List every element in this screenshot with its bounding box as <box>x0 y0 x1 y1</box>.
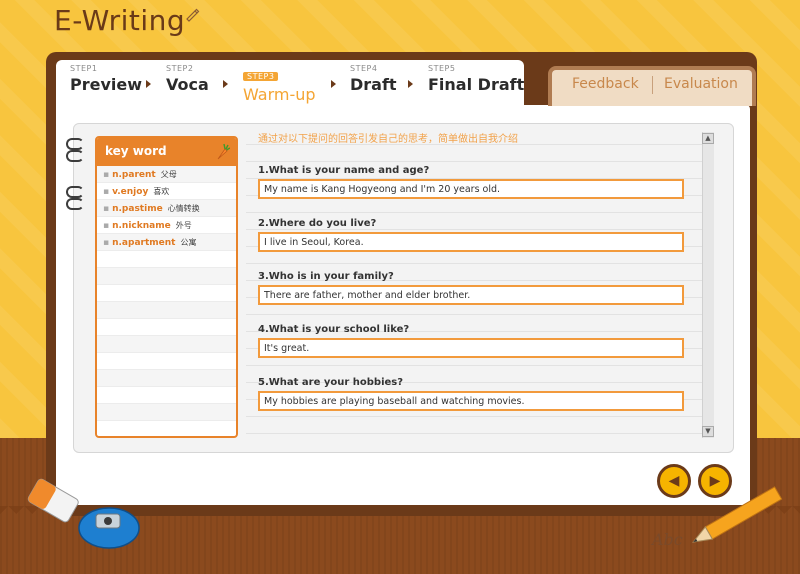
step-number: STEP2 <box>166 64 194 73</box>
keyword-empty-row <box>97 404 236 421</box>
step-number: STEP3 <box>243 72 279 81</box>
step-label: Draft <box>350 75 397 94</box>
keyword-header: key word <box>97 138 236 166</box>
sharpener-icon <box>78 507 140 549</box>
step-label: Warm-up <box>243 85 316 104</box>
tab-feedback[interactable]: Feedback <box>572 76 639 92</box>
question-label: 4.What is your school like? <box>258 324 410 335</box>
answer-input[interactable] <box>258 285 684 305</box>
answer-input[interactable] <box>258 232 684 252</box>
step-number: STEP4 <box>350 64 378 73</box>
keyword-empty-row <box>97 370 236 387</box>
step-arrow-icon <box>146 80 151 88</box>
step-number: STEP5 <box>428 64 456 73</box>
instruction-text: 通过对以下提问的回答引发自己的思考，简单做出自我介绍 <box>258 134 518 145</box>
app-title: E-Writing <box>54 4 186 37</box>
keyword-empty-row <box>97 319 236 336</box>
scrollbar[interactable] <box>702 132 714 438</box>
keyword-list: ▪ n.parent 父母 ▪ v.enjoy 喜欢 ▪ n.pastime 心情转换 ▪ n… <box>97 166 236 421</box>
step-label: Preview <box>70 75 143 94</box>
keyword-item: ▪ n.pastime 心情转换 <box>97 200 236 217</box>
tab-step-final-draft[interactable]: STEP5 Final Draft <box>428 64 524 94</box>
keyword-item: ▪ n.nickname 外号 <box>97 217 236 234</box>
tab-step-preview[interactable]: STEP1 Preview <box>70 64 142 94</box>
keyword-title: key word <box>105 144 167 158</box>
binder-ring-icon <box>66 186 84 198</box>
step-arrow-icon <box>331 80 336 88</box>
keyword-empty-row <box>97 336 236 353</box>
question-block: 5.What are your hobbies? <box>258 377 684 411</box>
tab-step-voca[interactable]: STEP2 Voca <box>166 64 209 94</box>
keyword-panel: key word ▪ n.parent 父母 ▪ v.enjoy 喜欢 ▪ n.pasti… <box>95 136 238 438</box>
keyword-empty-row <box>97 353 236 370</box>
abc-doodle: Abc <box>652 530 683 549</box>
keyword-empty-row <box>97 268 236 285</box>
question-label: 1.What is your name and age? <box>258 165 430 176</box>
binder-ring-icon <box>66 138 84 150</box>
review-tabs: Feedback Evaluation <box>548 66 756 106</box>
question-block: 2.Where do you live? <box>258 218 684 252</box>
carrot-icon <box>217 143 230 160</box>
question-block: 3.Who is in your family? <box>258 271 684 305</box>
answer-input[interactable] <box>258 338 684 358</box>
step-arrow-icon <box>408 80 413 88</box>
pencil-icon <box>186 8 200 22</box>
tab-evaluation[interactable]: Evaluation <box>664 76 738 92</box>
keyword-empty-row <box>97 285 236 302</box>
tab-step-warm-up[interactable]: STEP3 Warm-up <box>243 64 316 104</box>
question-label: 3.Who is in your family? <box>258 271 394 282</box>
step-number: STEP1 <box>70 64 98 73</box>
scroll-up-button[interactable]: ▲ <box>702 133 714 144</box>
step-arrow-icon <box>223 80 228 88</box>
answer-input[interactable] <box>258 179 684 199</box>
scroll-down-button[interactable]: ▼ <box>702 426 714 437</box>
step-label: Final Draft <box>428 75 525 94</box>
keyword-empty-row <box>97 387 236 404</box>
tab-step-draft[interactable]: STEP4 Draft <box>350 64 397 94</box>
step-label: Voca <box>166 75 209 94</box>
question-block: 4.What is your school like? <box>258 324 684 358</box>
question-label: 2.Where do you live? <box>258 218 377 229</box>
answer-input[interactable] <box>258 391 684 411</box>
tab-divider <box>652 76 653 94</box>
keyword-item: ▪ n.apartment 公寓 <box>97 234 236 251</box>
binder-ring-icon <box>66 150 84 162</box>
binder-ring-icon <box>66 198 84 210</box>
pencil-icon <box>692 486 783 543</box>
keyword-item: ▪ v.enjoy 喜欢 <box>97 183 236 200</box>
question-label: 5.What are your hobbies? <box>258 377 404 388</box>
keyword-empty-row <box>97 302 236 319</box>
keyword-item: ▪ n.parent 父母 <box>97 166 236 183</box>
question-block: 1.What is your name and age? <box>258 165 684 199</box>
keyword-empty-row <box>97 251 236 268</box>
